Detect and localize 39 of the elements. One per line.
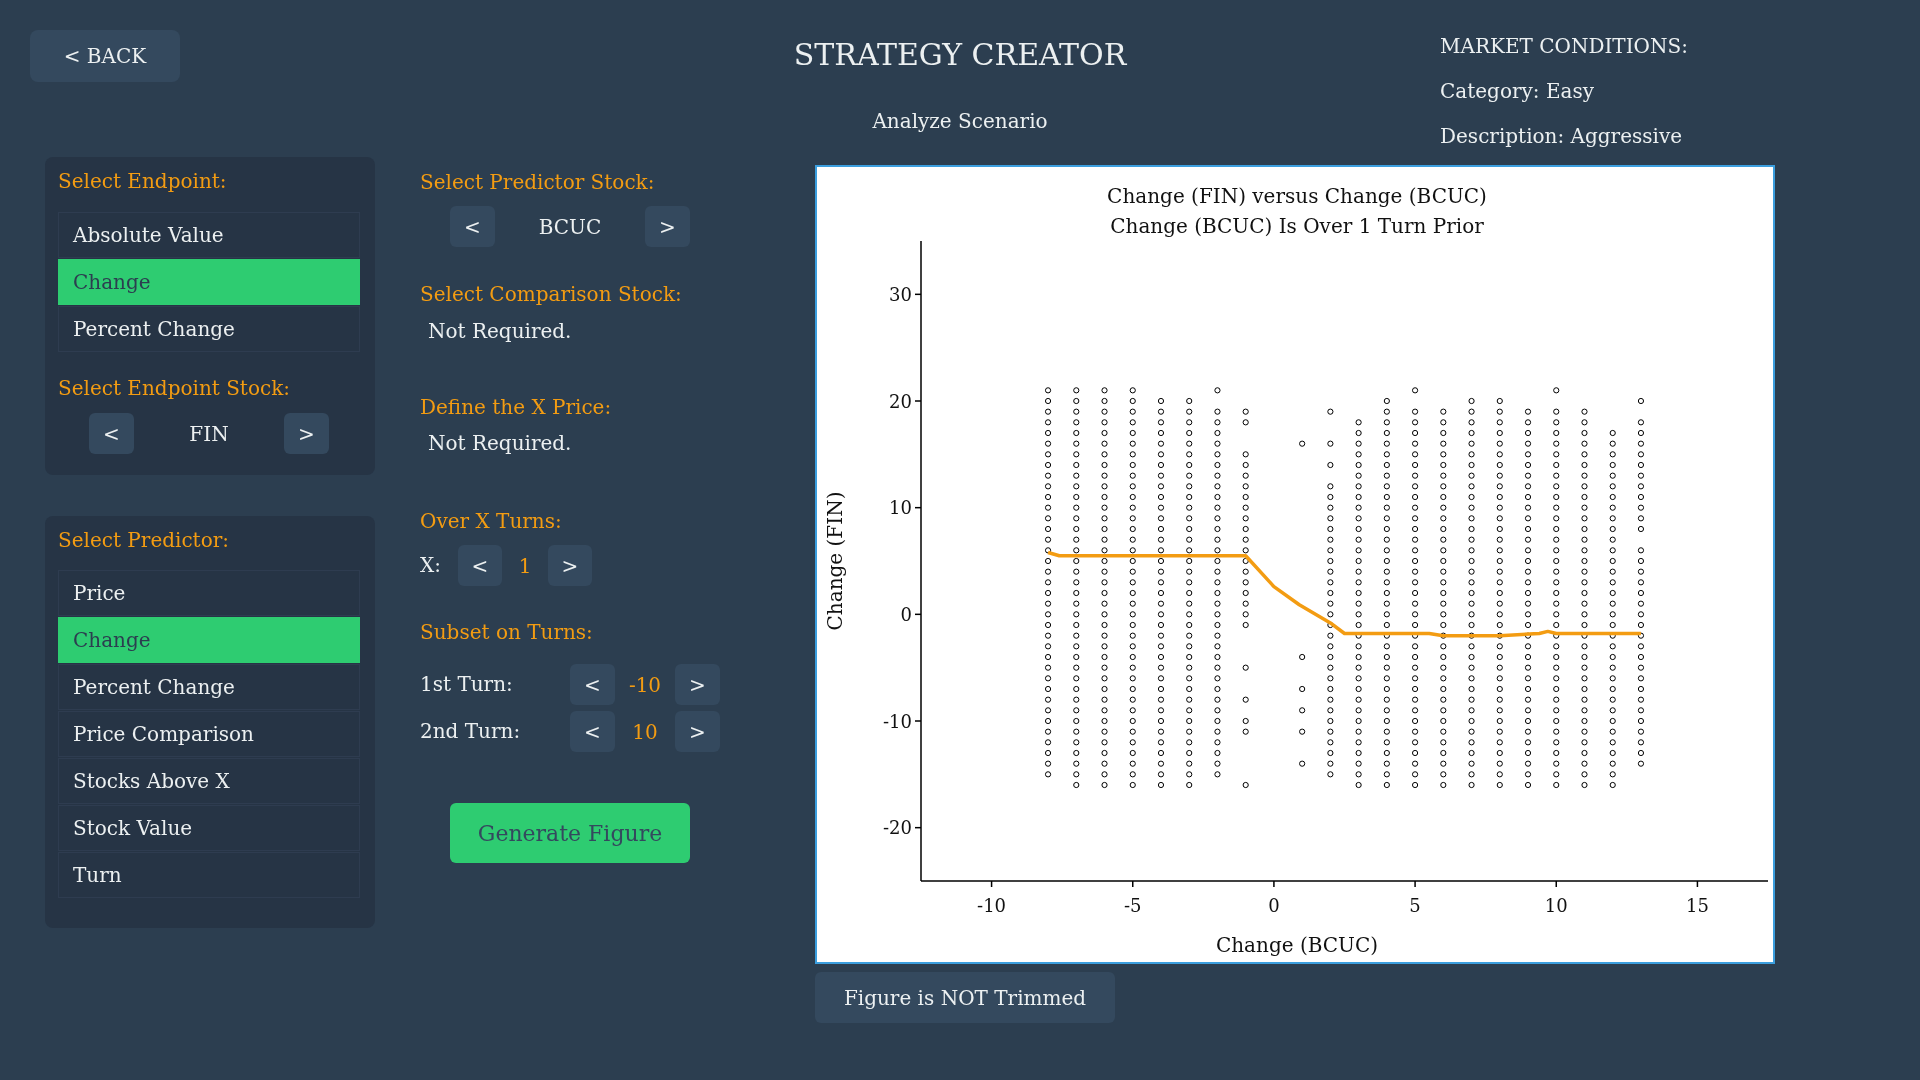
tick-label: 20 — [889, 390, 912, 412]
section-heading: Select Endpoint: — [58, 169, 227, 193]
section-heading: Over X Turns: — [420, 509, 562, 533]
stepper-value: BCUC — [538, 214, 602, 239]
market-category: Category: Easy — [1440, 79, 1594, 103]
page-subtitle: Analyze Scenario — [872, 109, 1048, 133]
field-label: 2nd Turn: — [420, 718, 521, 743]
section-heading: Select Predictor: — [58, 528, 229, 552]
tick-label: 0 — [1268, 894, 1280, 916]
tick-label: -20 — [883, 817, 912, 839]
tick-label: 5 — [1409, 894, 1421, 916]
market-description: Description: Aggressive — [1440, 124, 1683, 148]
market-heading: MARKET CONDITIONS: — [1440, 34, 1688, 58]
tick-label: 15 — [1685, 894, 1709, 916]
field-label: 1st Turn: — [420, 671, 513, 696]
tick-label: 30 — [889, 283, 912, 305]
note-text: Not Required. — [428, 431, 572, 455]
chart-title: Change (FIN) versus Change (BCUC) — [1107, 184, 1487, 208]
y-axis-label: Change (FIN) — [823, 491, 847, 631]
section-heading: Define the X Price: — [420, 395, 612, 419]
section-heading: Subset on Turns: — [420, 620, 593, 644]
stepper-value: 1 — [518, 553, 532, 578]
field-label: X: — [420, 552, 441, 577]
stepper-value: FIN — [189, 421, 229, 446]
chart-subtitle: Change (BCUC) Is Over 1 Turn Prior — [1110, 214, 1484, 238]
section-heading: Select Comparison Stock: — [420, 282, 682, 306]
tick-label: 10 — [1544, 894, 1568, 916]
tick-label: -5 — [1124, 894, 1142, 916]
x-axis-label: Change (BCUC) — [1215, 933, 1379, 957]
tick-label: -10 — [883, 710, 912, 732]
section-heading: Select Endpoint Stock: — [58, 376, 290, 400]
section-heading: Select Predictor Stock: — [420, 170, 655, 194]
stepper-value: -10 — [628, 672, 662, 697]
stepper-value: 10 — [632, 719, 658, 744]
page-title: STRATEGY CREATOR — [793, 37, 1127, 73]
tick-label: -10 — [977, 894, 1007, 916]
tick-label: 10 — [889, 497, 912, 519]
tick-label: 0 — [900, 603, 912, 625]
note-text: Not Required. — [428, 319, 572, 343]
